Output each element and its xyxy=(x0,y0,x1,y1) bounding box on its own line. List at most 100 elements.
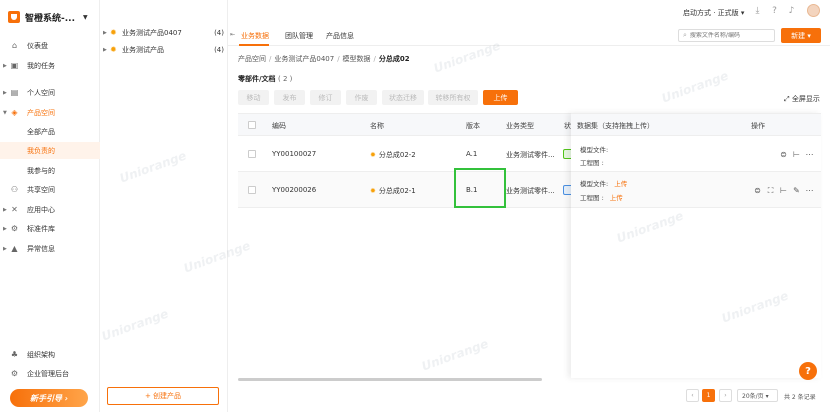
dataset-panel: 数据集（支持拖拽上传） 操作 模型文件: 工程图 : ⊜ ⊢ ⋯ 模型文件: 上传… xyxy=(571,113,821,378)
edit-icon[interactable]: ✎ xyxy=(792,186,801,195)
move-button[interactable]: 移动 xyxy=(238,90,269,105)
avatar[interactable] xyxy=(807,4,820,17)
dataset-row: 模型文件: 工程图 : ⊜ ⊢ ⋯ xyxy=(571,136,821,172)
sidebar: 智橙系统-... ▼ ⌂ 仪表盘 ▶ ▣ 我的任务 ▶ ▤ 个人空间 ▼ ◈ 产… xyxy=(0,0,100,412)
sidebar-item-tasks[interactable]: ▶ ▣ 我的任务 xyxy=(0,57,100,74)
breadcrumb-item[interactable]: 模型数据 xyxy=(343,55,371,63)
transfer-ownership-button[interactable]: 转移所有权 xyxy=(428,90,478,105)
breadcrumb: 产品空间 / 业务测试产品0407/模型数据 / 分总成02 xyxy=(238,55,410,63)
table-row[interactable]: YY00200026 ✹ 分总成02-1 B.1 业务测试零件... xyxy=(238,172,573,208)
view-icon[interactable]: ⊜ xyxy=(753,186,762,195)
download-icon[interactable]: ⤓ xyxy=(753,7,762,16)
tab-business-data[interactable]: 业务数据 xyxy=(241,31,269,41)
caret-down-icon: ▼ xyxy=(83,13,88,21)
sidebar-item-all-products[interactable]: 全部产品 xyxy=(0,123,100,140)
state-transition-button[interactable]: 状态迁移 xyxy=(382,90,424,105)
help-float-icon[interactable]: ? xyxy=(799,362,817,380)
chevron-right-icon: ▶ xyxy=(3,62,7,69)
select-all-checkbox[interactable] xyxy=(248,121,256,129)
row-checkbox[interactable] xyxy=(248,150,256,158)
home-icon: ⌂ xyxy=(11,41,18,50)
obsolete-button[interactable]: 作废 xyxy=(346,90,377,105)
dataset-row: 模型文件: 上传 工程图 : 上传 ⊜ ⛶ ⊢ ✎ ⋯ xyxy=(571,172,821,208)
more-icon[interactable]: ⋯ xyxy=(805,150,814,159)
sidebar-item-exceptions[interactable]: ▶ ▲ 异常信息 xyxy=(0,240,100,257)
cube-icon: ◈ xyxy=(11,108,18,117)
chevron-right-icon: ▶ xyxy=(3,245,7,252)
collapse-icon[interactable]: ⇤ xyxy=(230,31,235,38)
sidebar-item-org[interactable]: ♣ 组织架构 xyxy=(0,346,100,363)
sidebar-item-my-responsible[interactable]: 我负责的 xyxy=(0,142,100,159)
fullscreen-button[interactable]: ⤢ 全屏显示 xyxy=(784,94,820,104)
chevron-right-icon: ▶ xyxy=(3,206,7,213)
part-icon: ✹ xyxy=(370,151,376,159)
org-icon: ♣ xyxy=(10,350,19,359)
warning-icon: ▲ xyxy=(11,244,18,253)
sidebar-item-shared-space[interactable]: ⚇ 共享空间 xyxy=(0,181,100,198)
product-icon: ✹ xyxy=(110,28,117,37)
admin-icon: ⚙ xyxy=(10,369,19,378)
expand-icon[interactable]: ⛶ xyxy=(766,186,775,195)
search-input[interactable] xyxy=(689,32,770,39)
tab-active-indicator xyxy=(239,44,269,46)
breadcrumb-item[interactable]: 产品空间 xyxy=(238,55,266,63)
tab-team-management[interactable]: 团队管理 xyxy=(285,31,313,41)
guide-button[interactable]: 新手引导 › xyxy=(10,389,88,407)
sidebar-item-personal-space[interactable]: ▶ ▤ 个人空间 xyxy=(0,84,100,101)
more-icon[interactable]: ⋯ xyxy=(805,186,814,195)
horizontal-scrollbar[interactable] xyxy=(238,378,542,381)
section-title: 零部件/文档 ( 2 ) xyxy=(238,75,293,83)
breadcrumb-current: 分总成02 xyxy=(378,55,410,63)
brand[interactable]: 智橙系统-... ▼ xyxy=(8,9,88,25)
data-table: 编码 名称 版本 业务类型 状 YY00100027 ✹ 分总成02-2 A.1 … xyxy=(238,113,573,378)
next-page-button[interactable]: › xyxy=(719,389,732,402)
product-icon: ✹ xyxy=(110,45,117,54)
total-count: 共 2 条记录 xyxy=(784,394,816,401)
tree-item[interactable]: ▶ ✹ 业务测试产品0407 (4) xyxy=(100,26,228,40)
view-icon[interactable]: ⊜ xyxy=(779,150,788,159)
search-icon: ⌕ xyxy=(683,31,687,39)
structure-icon[interactable]: ⊢ xyxy=(779,186,788,195)
revise-button[interactable]: 修订 xyxy=(310,90,341,105)
tab-product-info[interactable]: 产品信息 xyxy=(326,31,354,41)
structure-icon[interactable]: ⊢ xyxy=(792,150,801,159)
sidebar-item-admin[interactable]: ⚙ 企业管理后台 xyxy=(0,365,100,382)
brand-title: 智橙系统-... xyxy=(25,13,75,24)
row-checkbox[interactable] xyxy=(248,186,256,194)
sidebar-item-standard-parts[interactable]: ▶ ⚙ 标准件库 xyxy=(0,220,100,237)
sidebar-item-dashboard[interactable]: ⌂ 仪表盘 xyxy=(0,37,100,54)
chevron-right-icon: ▶ xyxy=(3,89,7,96)
upload-button[interactable]: 上传 xyxy=(483,90,518,105)
brand-logo xyxy=(8,11,20,23)
table-row[interactable]: YY00100027 ✹ 分总成02-2 A.1 业务测试零件... xyxy=(238,136,573,172)
task-icon: ▣ xyxy=(10,61,19,70)
chevron-right-icon[interactable]: ▶ xyxy=(103,47,107,53)
sidebar-item-product-space[interactable]: ▼ ◈ 产品空间 xyxy=(0,104,100,121)
create-product-button[interactable]: + 创建产品 xyxy=(107,387,219,405)
bell-icon[interactable]: ♪ xyxy=(787,7,796,16)
help-icon[interactable]: ? xyxy=(770,7,779,16)
chevron-right-icon: ▶ xyxy=(3,225,7,232)
prev-page-button[interactable]: ‹ xyxy=(686,389,699,402)
topbar: 启动方式 · 正式版 ▾ ⤓ ? ♪ xyxy=(228,0,830,24)
publish-button[interactable]: 发布 xyxy=(274,90,305,105)
search-box[interactable]: ⌕ xyxy=(678,29,775,42)
user-icon: ▤ xyxy=(10,88,19,97)
highlight-box xyxy=(454,168,506,208)
watermark: Uniorange xyxy=(659,68,731,106)
new-button[interactable]: 新建 ▾ xyxy=(781,28,821,43)
chevron-right-icon[interactable]: ▶ xyxy=(103,30,107,36)
tree-item[interactable]: ▶ ✹ 业务测试产品 (4) xyxy=(100,43,228,57)
launch-mode-dropdown[interactable]: 启动方式 · 正式版 ▾ xyxy=(683,8,744,18)
current-page[interactable]: 1 xyxy=(702,389,715,402)
panel-header: 数据集（支持拖拽上传） 操作 xyxy=(571,114,821,136)
sidebar-item-app-center[interactable]: ▶ ✕ 应用中心 xyxy=(0,201,100,218)
breadcrumb-item[interactable]: 业务测试产品0407 xyxy=(274,55,334,63)
tab-bar: ⇤ 业务数据 团队管理 产品信息 ⌕ 新建 ▾ xyxy=(228,26,830,46)
page-size-select[interactable]: 20条/页 ▾ xyxy=(737,389,778,402)
tools-icon: ✕ xyxy=(11,205,18,214)
sidebar-item-my-participated[interactable]: 我参与的 xyxy=(0,162,100,179)
chevron-down-icon: ▼ xyxy=(3,109,7,116)
part-icon: ✹ xyxy=(370,187,376,195)
gear-icon: ⚙ xyxy=(10,224,19,233)
